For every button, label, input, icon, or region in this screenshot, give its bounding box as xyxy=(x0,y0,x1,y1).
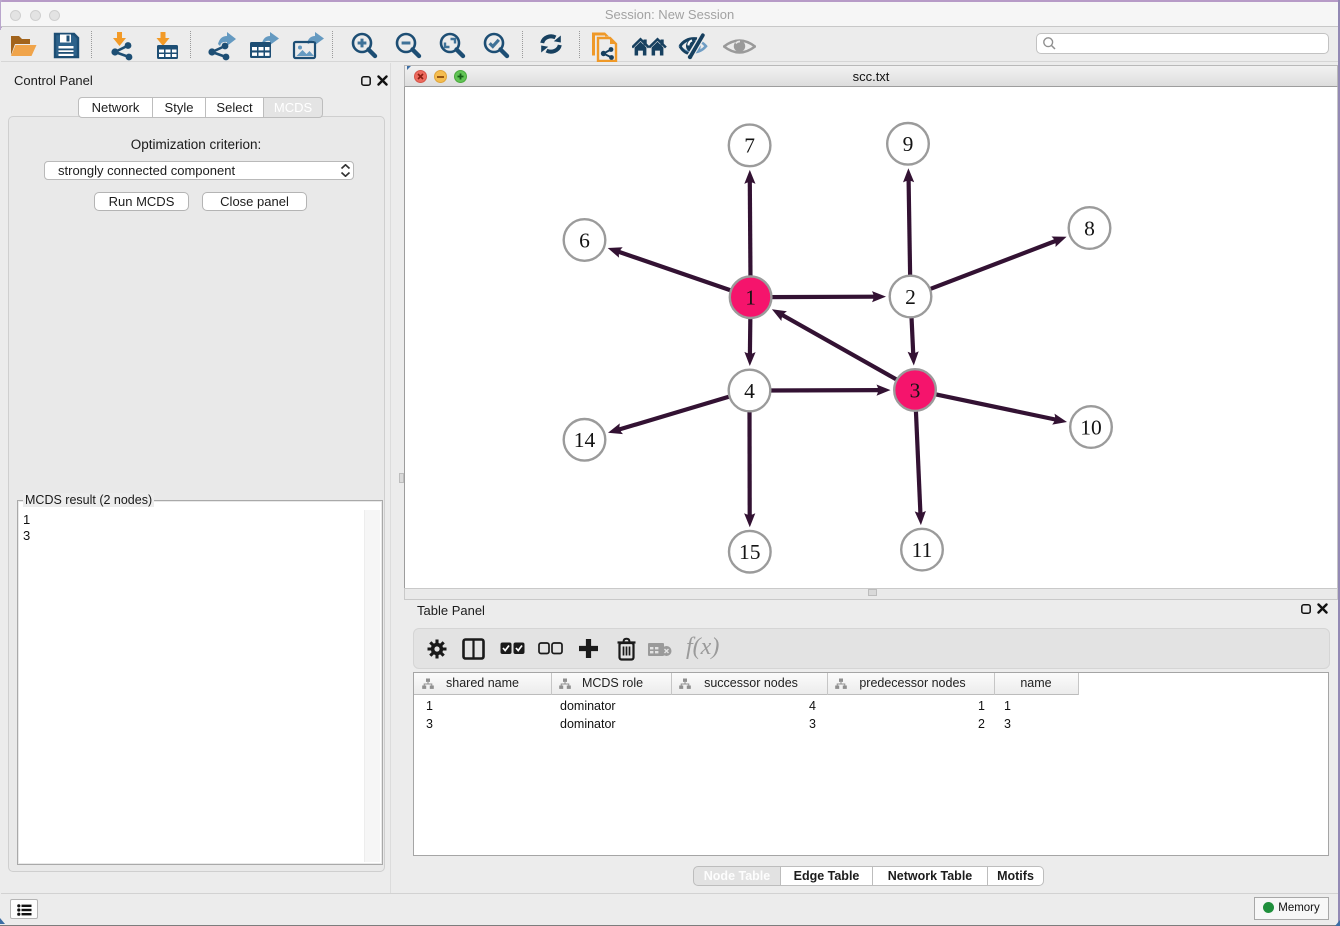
svg-text:2: 2 xyxy=(905,285,916,309)
svg-text:9: 9 xyxy=(903,132,914,156)
svg-text:11: 11 xyxy=(912,538,933,562)
svg-text:7: 7 xyxy=(744,134,755,158)
svg-text:14: 14 xyxy=(574,428,596,452)
svg-text:4: 4 xyxy=(744,379,755,403)
svg-text:3: 3 xyxy=(910,378,921,402)
svg-text:6: 6 xyxy=(579,228,590,252)
svg-text:8: 8 xyxy=(1084,216,1095,240)
svg-text:15: 15 xyxy=(739,540,761,564)
svg-text:10: 10 xyxy=(1080,415,1102,439)
svg-text:1: 1 xyxy=(745,286,756,310)
